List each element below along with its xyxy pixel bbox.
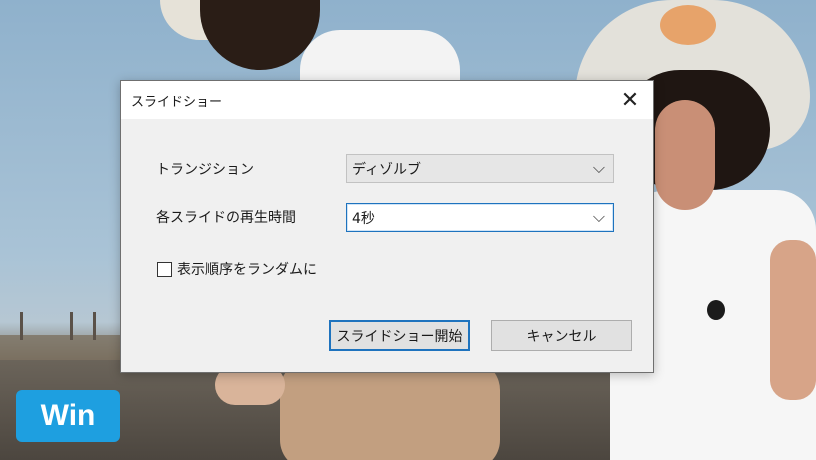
child-right-face: [655, 100, 715, 210]
start-slideshow-button[interactable]: スライドショー開始: [329, 320, 470, 351]
title-bar: スライドショー ✕: [121, 81, 653, 119]
transition-value: ディゾルブ: [352, 161, 422, 178]
duration-value: 4秒: [352, 210, 375, 227]
close-icon[interactable]: ✕: [607, 81, 653, 119]
slideshow-dialog: スライドショー ✕ トランジション ディゾルブ ⌵ 各スライドの再生時間 4秒 …: [120, 80, 654, 373]
transition-select[interactable]: ディゾルブ ⌵: [346, 154, 614, 183]
shuffle-label: 表示順序をランダムに: [177, 262, 317, 278]
shuffle-checkbox[interactable]: [157, 261, 172, 277]
hat-logo: [660, 5, 716, 45]
chevron-down-icon: ⌵: [592, 207, 605, 226]
dialog-title: スライドショー: [131, 94, 223, 110]
win-badge: Win: [16, 390, 120, 442]
shuffle-option[interactable]: 表示順序をランダムに: [157, 259, 317, 279]
child-right-arm: [770, 240, 816, 400]
chevron-down-icon: ⌵: [592, 158, 605, 177]
transition-row: トランジション: [156, 159, 254, 179]
duration-row: 各スライドの再生時間: [156, 207, 296, 227]
cancel-button[interactable]: キャンセル: [491, 320, 632, 351]
duration-label: 各スライドの再生時間: [156, 210, 296, 226]
duration-select[interactable]: 4秒 ⌵: [346, 203, 614, 232]
transition-label: トランジション: [156, 162, 254, 178]
hat-toggle: [707, 300, 725, 320]
child-left-pants: [280, 360, 500, 460]
